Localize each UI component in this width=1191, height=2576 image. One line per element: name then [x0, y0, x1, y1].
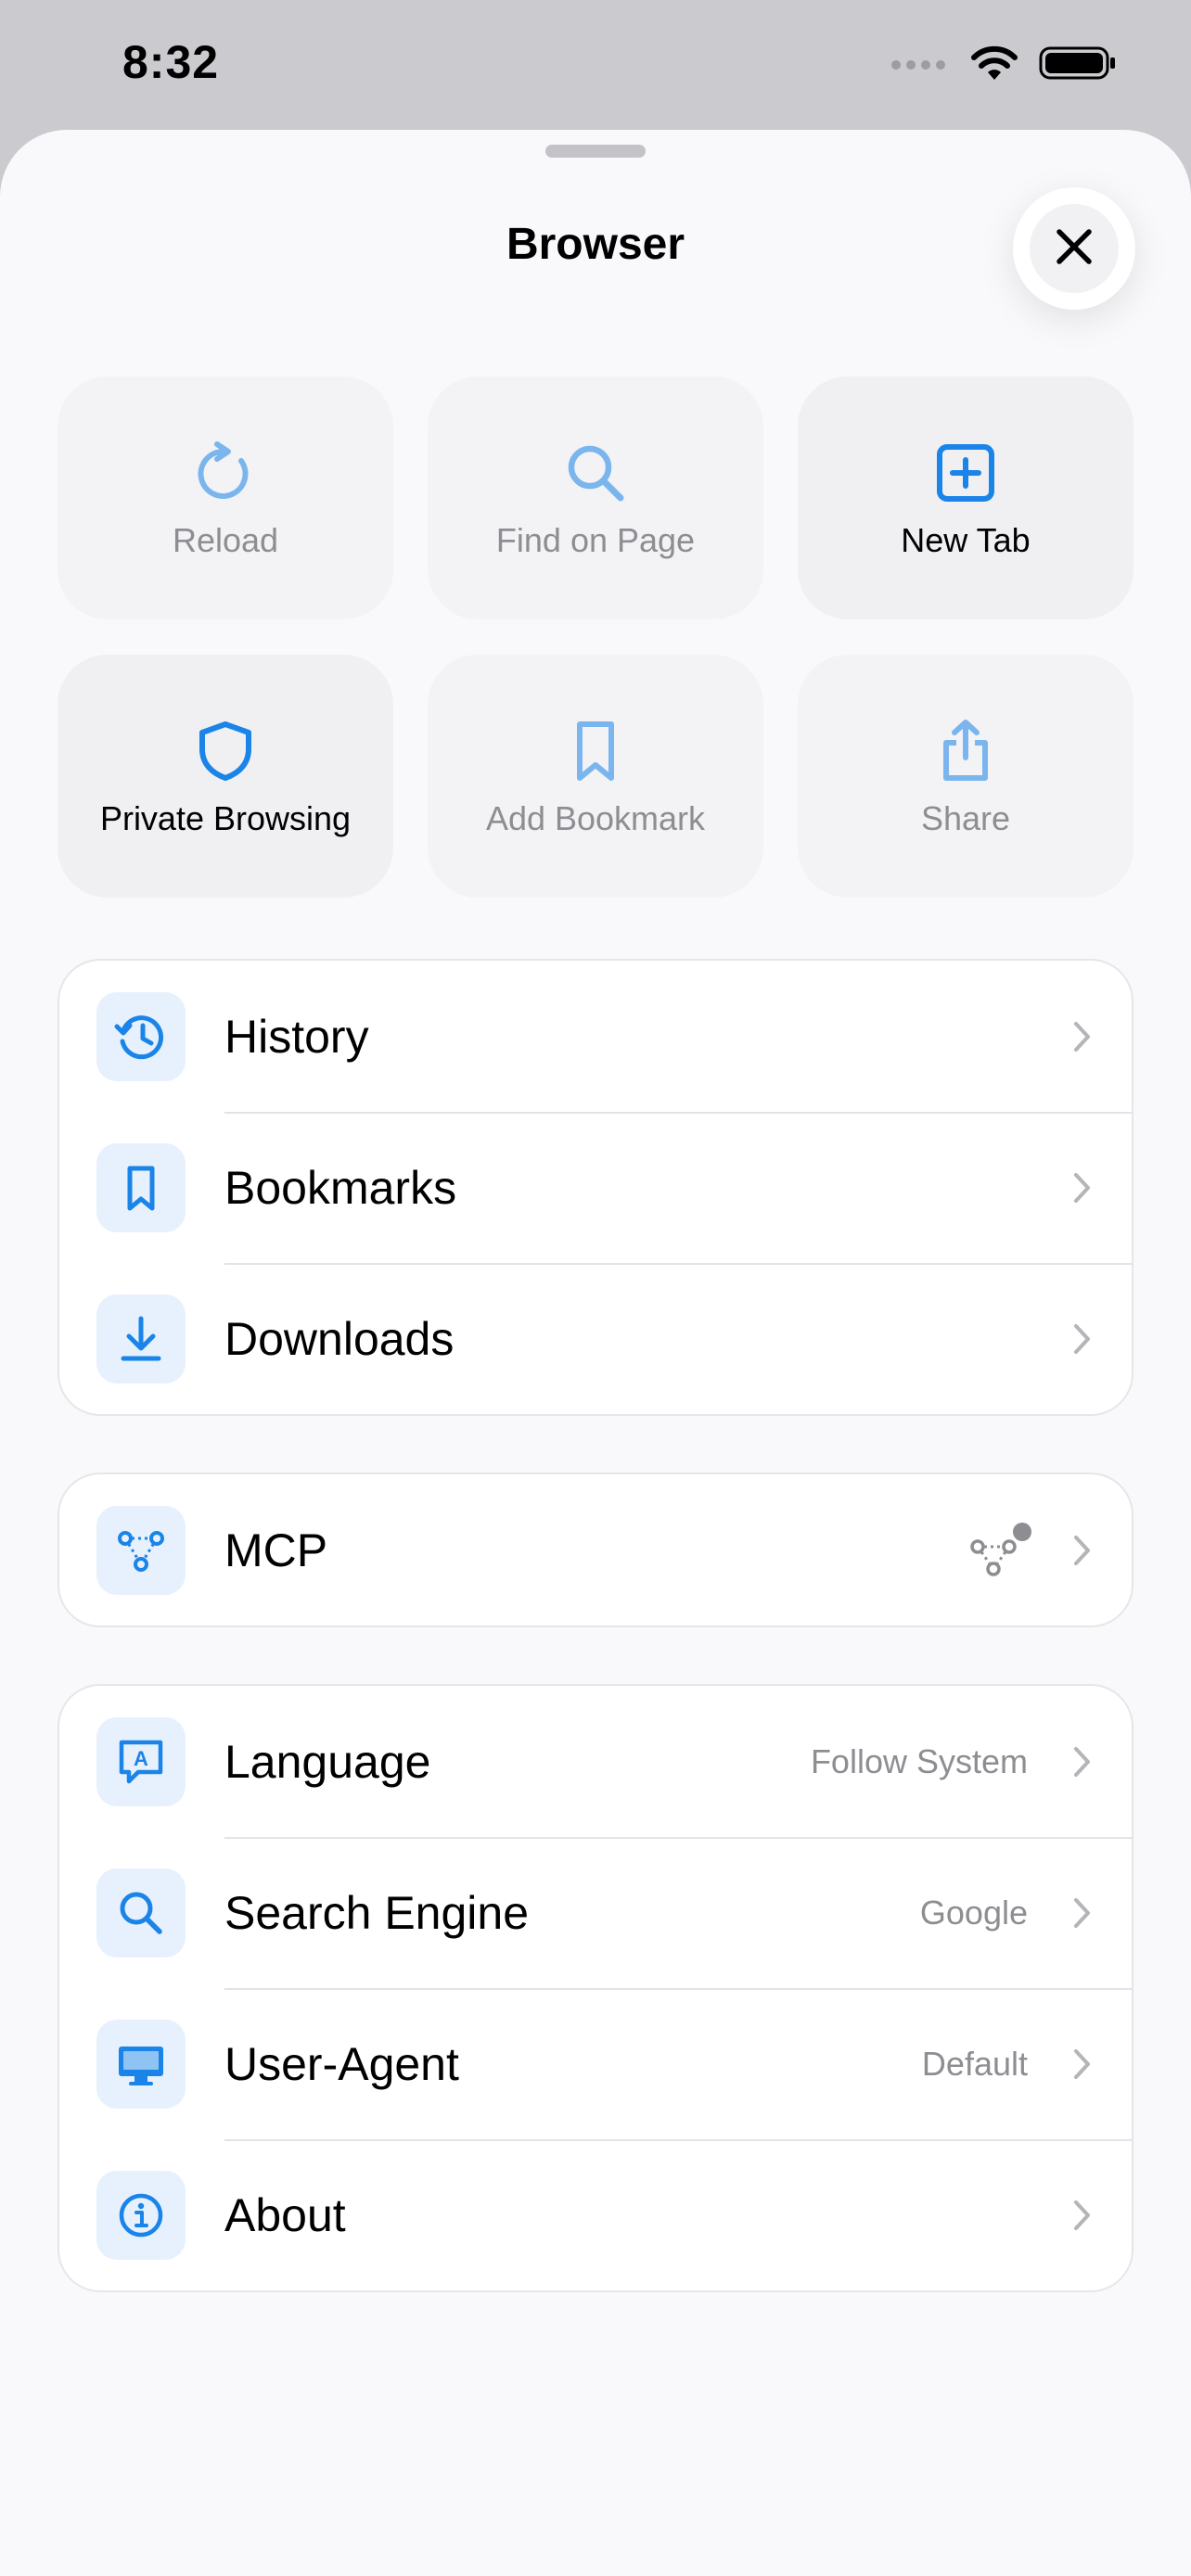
chevron-right-icon — [1072, 1745, 1093, 1779]
reload-button[interactable]: Reload — [58, 376, 393, 619]
chevron-right-icon — [1072, 1896, 1093, 1930]
share-button[interactable]: Share — [798, 655, 1133, 898]
search-engine-row[interactable]: Search Engine Google — [59, 1837, 1132, 1988]
status-icons — [890, 45, 1117, 86]
bookmark-icon — [563, 714, 628, 788]
mcp-icon — [96, 1505, 186, 1595]
user-agent-row[interactable]: User-Agent Default — [59, 1988, 1132, 2139]
wifi-icon — [970, 45, 1018, 86]
about-label: About — [224, 2188, 346, 2241]
share-icon — [933, 714, 998, 788]
about-row[interactable]: About — [59, 2139, 1132, 2290]
find-on-page-button[interactable]: Find on Page — [428, 376, 763, 619]
language-row[interactable]: A Language Follow System — [59, 1686, 1132, 1837]
status-bar: 8:32 — [0, 0, 1191, 130]
chevron-right-icon — [1072, 1322, 1093, 1356]
share-label: Share — [920, 799, 1011, 837]
reload-icon — [193, 436, 258, 510]
bookmark-icon — [96, 1142, 186, 1232]
history-row[interactable]: History — [59, 961, 1132, 1112]
library-group: History Bookmarks Downloads — [58, 959, 1133, 1416]
history-label: History — [224, 1010, 369, 1063]
status-time: 8:32 — [122, 36, 220, 88]
private-browsing-button[interactable]: Private Browsing — [58, 655, 393, 898]
new-tab-button[interactable]: New Tab — [798, 376, 1133, 619]
chevron-right-icon — [1072, 1534, 1093, 1567]
mcp-row[interactable]: MCP — [59, 1474, 1132, 1626]
battery-icon — [1039, 45, 1117, 86]
close-icon — [1054, 226, 1095, 272]
chevron-right-icon — [1072, 2047, 1093, 2081]
search-icon — [563, 436, 628, 510]
language-icon: A — [96, 1716, 186, 1806]
chevron-right-icon — [1072, 2199, 1093, 2232]
add-bookmark-button[interactable]: Add Bookmark — [428, 655, 763, 898]
mcp-group: MCP — [58, 1473, 1133, 1627]
language-value: Follow System — [810, 1741, 1028, 1780]
downloads-label: Downloads — [224, 1312, 455, 1365]
svg-text:A: A — [134, 1747, 148, 1770]
shield-icon — [193, 714, 258, 788]
chevron-right-icon — [1072, 1171, 1093, 1205]
quick-actions-grid: Reload Find on Page New Tab Private Brow… — [58, 376, 1133, 898]
user-agent-label: User-Agent — [224, 2037, 459, 2090]
bookmarks-label: Bookmarks — [224, 1161, 457, 1214]
close-button[interactable] — [1013, 187, 1135, 310]
mcp-label: MCP — [224, 1524, 328, 1576]
search-icon — [96, 1868, 186, 1958]
desktop-icon — [96, 2019, 186, 2109]
download-icon — [96, 1294, 186, 1384]
add-bookmark-label: Add Bookmark — [485, 799, 706, 837]
plus-square-icon — [933, 436, 998, 510]
chevron-right-icon — [1072, 1020, 1093, 1053]
language-label: Language — [224, 1735, 431, 1788]
sheet-grabber[interactable] — [545, 145, 646, 158]
find-on-page-label: Find on Page — [495, 521, 696, 559]
settings-group: A Language Follow System Search Engine G… — [58, 1684, 1133, 2292]
downloads-row[interactable]: Downloads — [59, 1263, 1132, 1414]
search-engine-value: Google — [919, 1893, 1028, 1932]
private-browsing-label: Private Browsing — [99, 799, 352, 837]
mcp-status-icon — [963, 1521, 1037, 1580]
history-icon — [96, 991, 186, 1081]
bookmarks-row[interactable]: Bookmarks — [59, 1112, 1132, 1263]
new-tab-label: New Tab — [901, 521, 1031, 559]
reload-label: Reload — [172, 521, 279, 559]
search-engine-label: Search Engine — [224, 1886, 530, 1939]
cellular-signal-icon — [890, 54, 950, 77]
info-icon — [96, 2170, 186, 2260]
browser-menu-sheet: Browser Reload Find on Page New Tab Priv… — [0, 130, 1191, 2576]
user-agent-value: Default — [921, 2044, 1028, 2083]
